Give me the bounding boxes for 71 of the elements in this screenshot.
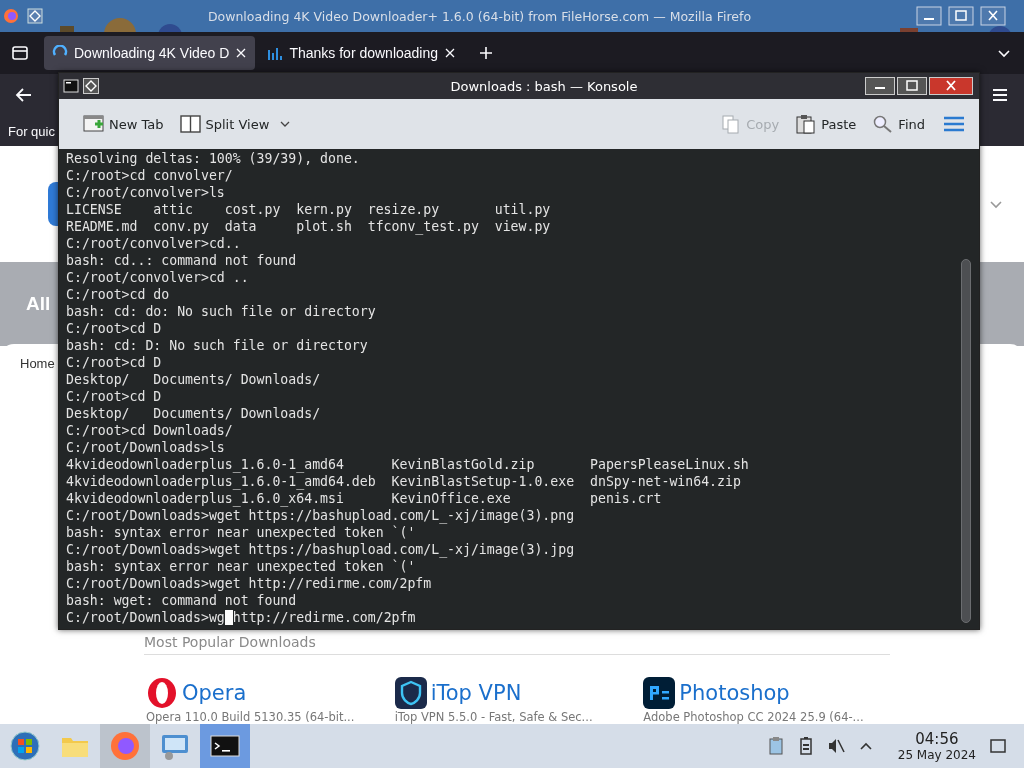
- window-title: Downloads : bash — Konsole: [449, 78, 639, 94]
- window-title: Downloading 4K Video Downloader+ 1.6.0 (64-bit) from FileHorse.com — Mozilla Firefo: [206, 8, 753, 24]
- breadcrumb-link[interactable]: Home: [20, 344, 55, 371]
- terminal-line: README.md conv.py data plot.sh tfconv_test.py view.py: [66, 218, 551, 235]
- terminal-line: C:/root>cd D: [66, 388, 162, 405]
- clipboard-icon: [795, 114, 818, 134]
- page-heading: All: [26, 293, 51, 315]
- terminal-line: LICENSE attic cost.py kern.py resize.py util.py: [66, 201, 551, 218]
- diamond-icon[interactable]: [83, 78, 99, 94]
- firefox-icon: [109, 730, 141, 762]
- minimize-icon[interactable]: [916, 6, 942, 26]
- app-link[interactable]: Photoshop: [679, 681, 790, 705]
- terminal-line: C:/root>cd Downloads/: [66, 422, 233, 439]
- text-cursor: [224, 610, 233, 625]
- terminal-line: Desktop/ Documents/ Downloads/: [66, 371, 321, 388]
- toolbar-button[interactable]: Find: [866, 110, 931, 138]
- diamond-icon[interactable]: [27, 8, 43, 24]
- app-link[interactable]: Opera: [182, 681, 247, 705]
- close-icon[interactable]: [444, 47, 457, 59]
- terminal-line: C:/root/convolver>cd ..: [66, 269, 249, 286]
- browser-tab[interactable]: Downloading 4K Video D: [44, 36, 256, 70]
- split-view-icon: [179, 114, 202, 134]
- maximize-icon[interactable]: [897, 77, 927, 95]
- app-link[interactable]: iTop VPN: [430, 681, 522, 705]
- terminal-line: C:/root>cd convolver/: [66, 167, 233, 184]
- terminal-line: C:/root/convolver>cd..: [66, 235, 241, 252]
- terminal-line: C:/root/Downloads>wget http://redirme.com/2pfm: [66, 575, 432, 592]
- photoshop-icon: [643, 677, 676, 709]
- terminal-line: Desktop/ Documents/ Downloads/: [66, 405, 321, 422]
- app-description: Adobe Photoshop CC 2024 25.9 (64-...: [643, 710, 865, 724]
- new-tab-icon: [83, 114, 105, 134]
- toolbar-button[interactable]: New Tab: [77, 110, 170, 138]
- maximize-icon[interactable]: [948, 6, 974, 26]
- scrollbar-thumb[interactable]: [961, 259, 971, 623]
- terminal-line: 4kvideodownloaderplus_1.6.0-1_amd64 KevinBlastGold.zip PapersPleaseLinux.sh: [66, 456, 749, 473]
- notice-text: For quic: [8, 123, 55, 139]
- show-desktop-icon[interactable]: [988, 736, 1008, 756]
- app-description: Opera 110.0 Build 5130.35 (64-bit...: [146, 710, 356, 724]
- taskbar-button[interactable]: [200, 724, 250, 768]
- section-title: Most Popular Downloads: [144, 634, 890, 655]
- terminal-line: Resolving deltas: 100% (39/39), done.: [66, 150, 360, 167]
- terminal-line: bash: cd: D: No such file or directory: [66, 337, 368, 354]
- bar-chart-icon: [267, 45, 284, 61]
- terminal-line: C:/root>cd do: [66, 286, 170, 303]
- terminal-line: C:/root>cd D: [66, 354, 162, 371]
- terminal-line: bash: syntax error near unexpected token `(': [66, 524, 416, 541]
- clock-date[interactable]: 25 May 2024: [897, 748, 976, 762]
- terminal-line: C:/root/Downloads>wget https://bashupload.com/L_-xj/image(3).png: [66, 507, 575, 524]
- new-tab-icon[interactable]: [478, 45, 495, 61]
- terminal-icon[interactable]: [63, 78, 79, 94]
- terminal-line: C:/root/Downloads>ls: [66, 439, 225, 456]
- clock-time[interactable]: 04:56: [915, 730, 959, 748]
- opera-icon: [146, 677, 178, 709]
- terminal-line: bash: syntax error near unexpected token `(': [66, 558, 416, 575]
- terminal-line: C:/root/Downloads>wg http://redirme.com/2pfm: [66, 609, 416, 626]
- terminal-line: C:/root>cd D: [66, 320, 162, 337]
- minimize-icon[interactable]: [865, 77, 895, 95]
- terminal-line: C:/root/convolver>ls: [66, 184, 225, 201]
- terminal-line: bash: wget: command not found: [66, 592, 297, 609]
- browser-tab[interactable]: Thanks for downloading: [259, 36, 465, 70]
- tab-list-icon[interactable]: [10, 43, 30, 63]
- terminal-line: 4kvideodownloaderplus_1.6.0-1_amd64.deb KevinBlastSetup-1.0.exe dnSpy-net-win64.zip: [66, 473, 741, 490]
- terminal-line: 4kvideodownloaderplus_1.6.0_x64.msi KevinOffice.exe penis.crt: [66, 490, 662, 507]
- app-description: iTop VPN 5.5.0 - Fast, Safe & Sec...: [394, 710, 594, 724]
- toolbar-button[interactable]: Paste: [789, 110, 863, 138]
- terminal-line: bash: cd: do: No such file or directory: [66, 303, 376, 320]
- start-orb-icon: [9, 730, 41, 762]
- terminal-line: C:/root/Downloads>wget https://bashupload.com/L_-xj/image(3).jpg: [66, 541, 575, 558]
- terminal-line: bash: cd..: command not found: [66, 252, 297, 269]
- shield-icon: [394, 677, 427, 709]
- toolbar-button[interactable]: Split View: [173, 110, 298, 138]
